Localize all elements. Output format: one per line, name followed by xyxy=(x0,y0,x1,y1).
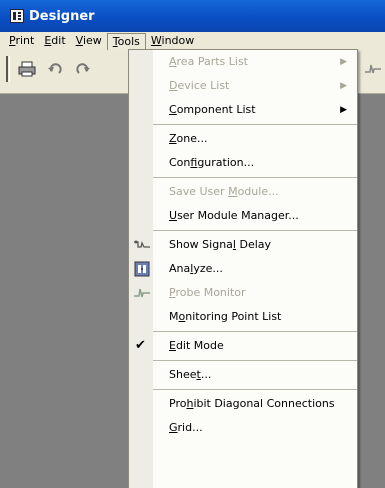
menu-item-sheet[interactable]: Sheet... xyxy=(129,363,357,387)
menu-separator xyxy=(153,177,357,178)
submenu-arrow-icon: ▶ xyxy=(340,57,347,67)
menu-separator xyxy=(153,124,357,125)
menu-bar: Print Edit View Tools Window xyxy=(0,32,385,50)
menu-item-show-signal-delay[interactable]: Show Signal Delay xyxy=(129,233,357,257)
menu-tools[interactable]: Tools xyxy=(106,33,146,50)
menu-item-device-list[interactable]: Device List ▶ xyxy=(129,74,357,98)
checkmark-icon: ✔ xyxy=(135,338,146,353)
title-bar: Designer xyxy=(0,0,385,32)
probe-monitor-icon xyxy=(133,285,151,301)
menu-item-area-parts-list[interactable]: Area Parts List ▶ xyxy=(129,50,357,74)
window-title: Designer xyxy=(29,8,95,24)
menu-item-save-user-module[interactable]: Save User Module... xyxy=(129,180,357,204)
menu-separator xyxy=(153,230,357,231)
menu-item-configuration[interactable]: Configuration... xyxy=(129,151,357,175)
menu-separator xyxy=(153,331,357,332)
redo-icon[interactable] xyxy=(72,58,94,80)
menu-item-analyze[interactable]: Analyze... xyxy=(129,257,357,281)
submenu-arrow-icon: ▶ xyxy=(340,105,347,115)
menu-item-monitoring-point-list[interactable]: Monitoring Point List xyxy=(129,305,357,329)
menu-item-grid[interactable]: Grid... xyxy=(129,416,357,440)
menu-window[interactable]: Window xyxy=(146,32,199,50)
probe-icon[interactable] xyxy=(362,58,384,80)
tools-dropdown-menu: Area Parts List ▶ Device List ▶ Componen… xyxy=(128,49,358,488)
menu-item-component-list[interactable]: Component List ▶ xyxy=(129,98,357,122)
undo-icon[interactable] xyxy=(44,58,66,80)
menu-item-prohibit-diagonal-connections[interactable]: Prohibit Diagonal Connections xyxy=(129,392,357,416)
menu-separator xyxy=(153,360,357,361)
toolbar-grip[interactable] xyxy=(6,56,10,82)
menu-item-probe-monitor[interactable]: Probe Monitor xyxy=(129,281,357,305)
menu-item-zone[interactable]: Zone... xyxy=(129,127,357,151)
signal-delay-icon xyxy=(133,237,151,253)
analyze-icon xyxy=(133,261,151,277)
designer-app-icon xyxy=(10,9,24,23)
menu-item-user-module-manager[interactable]: User Module Manager... xyxy=(129,204,357,228)
print-icon[interactable] xyxy=(16,58,38,80)
menu-print[interactable]: Print xyxy=(4,32,39,50)
menu-item-edit-mode[interactable]: ✔ Edit Mode xyxy=(129,334,357,358)
menu-view[interactable]: View xyxy=(71,32,107,50)
menu-separator xyxy=(153,389,357,390)
menu-edit[interactable]: Edit xyxy=(39,32,70,50)
submenu-arrow-icon: ▶ xyxy=(340,81,347,91)
